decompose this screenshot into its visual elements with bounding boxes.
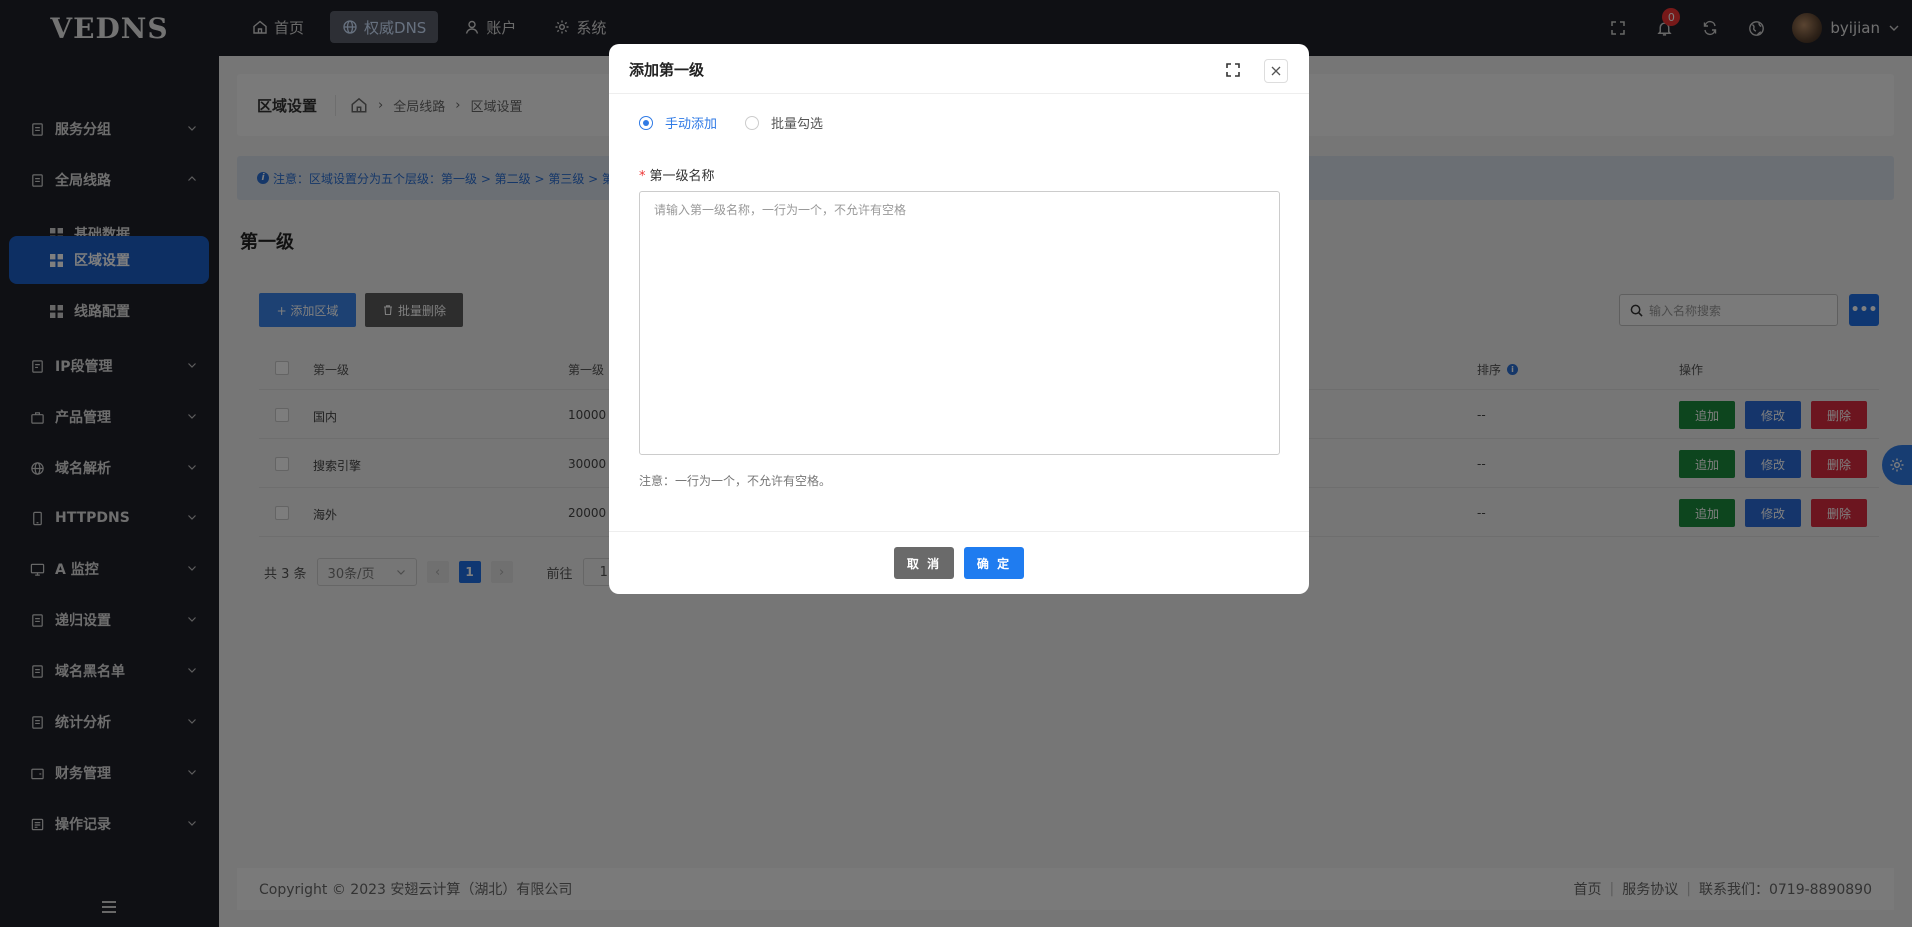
required-mark: * — [639, 169, 646, 184]
cancel-button[interactable]: 取 消 — [894, 547, 954, 579]
radio-manual-add[interactable]: 手动添加 — [639, 113, 717, 132]
first-level-name-label: * 第一级名称 — [639, 165, 715, 184]
input-tip: 注意：一行为一个，不允许有空格。 — [639, 474, 832, 488]
dialog-header: 添加第一级 — [609, 44, 1309, 94]
radio-batch-select[interactable]: 批量勾选 — [745, 113, 823, 132]
radio-label: 批量勾选 — [771, 117, 824, 132]
maximize-icon[interactable] — [1225, 62, 1241, 78]
close-icon — [1271, 66, 1281, 76]
confirm-button[interactable]: 确 定 — [964, 547, 1024, 579]
dialog-title: 添加第一级 — [629, 61, 705, 79]
close-button[interactable] — [1264, 59, 1288, 83]
radio-dot — [745, 115, 760, 130]
add-mode-radio-group: 手动添加 批量勾选 — [639, 113, 823, 132]
field-label-text: 第一级名称 — [649, 169, 715, 184]
first-level-name-textarea[interactable] — [639, 191, 1280, 455]
dialog-footer — [609, 531, 1309, 594]
add-first-level-dialog: 添加第一级 手动添加 批量勾选 *第一级名称 注意：一行为一个，不允许有空格。 … — [609, 44, 1309, 594]
radio-label: 手动添加 — [665, 117, 718, 132]
radio-dot — [639, 115, 653, 130]
